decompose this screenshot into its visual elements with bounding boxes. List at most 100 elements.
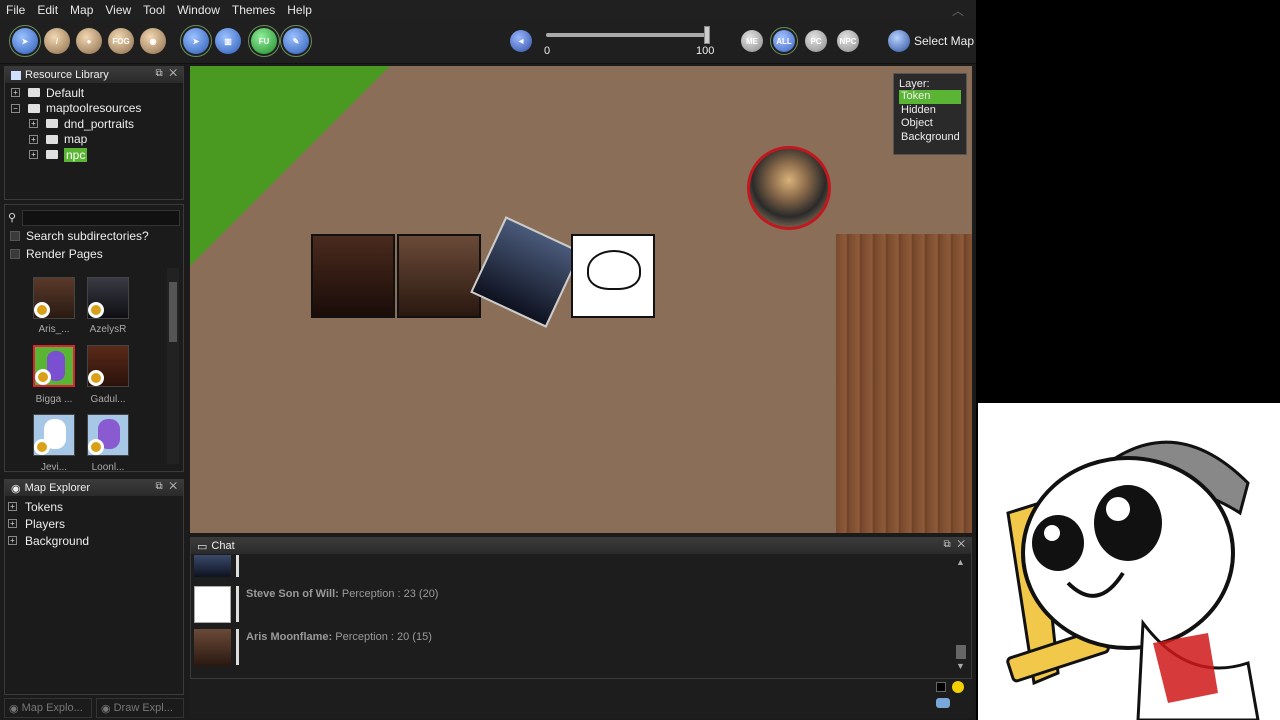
panel-controls[interactable]: ⧉ ✕: [155, 481, 179, 492]
paint-view-button[interactable]: ✎: [280, 25, 312, 57]
scroll-down-icon[interactable]: ▼: [956, 661, 965, 671]
speaker-icon[interactable]: ◂: [510, 30, 532, 52]
thumb-scrollbar[interactable]: [167, 268, 179, 464]
map-explorer-panel: ◉ Map Explorer ⧉ ✕ + Tokens + Players + Bac…: [4, 479, 184, 695]
vis-me-button[interactable]: ME: [741, 30, 763, 52]
resource-library-title: Resource Library: [25, 69, 109, 81]
tree-item-default[interactable]: + Default: [11, 85, 183, 101]
globe-icon: [888, 30, 910, 52]
search-subdirectories-checkbox[interactable]: Search subdirectories?: [10, 229, 149, 243]
chat-separator: [236, 586, 239, 622]
layer-selector: Layer: Token Hidden Object Background: [893, 73, 967, 155]
chat-scrollbar[interactable]: ▲ ▼: [956, 557, 968, 673]
thumb-scrollbar-handle[interactable]: [169, 282, 177, 342]
draw-tool-button[interactable]: /: [44, 28, 70, 54]
vis-all-button[interactable]: ALL: [770, 27, 798, 55]
select-map-button[interactable]: Select Map: [888, 30, 974, 52]
panel-controls[interactable]: ⧉ ✕: [943, 539, 967, 550]
expand-icon[interactable]: +: [29, 134, 38, 144]
color-swatch[interactable]: [936, 682, 946, 692]
checkbox-box[interactable]: [10, 249, 20, 259]
token-azelys[interactable]: [470, 216, 582, 328]
vis-pc-button[interactable]: PC: [805, 30, 827, 52]
volume-slider[interactable]: [546, 26, 710, 44]
fu-view-button[interactable]: FU: [248, 25, 280, 57]
fog-tool-button[interactable]: FOG: [108, 28, 134, 54]
select-view-button[interactable]: ➤: [180, 25, 212, 57]
search-icon: ⚲: [8, 212, 17, 224]
smiley-icon[interactable]: [952, 681, 964, 693]
tree-item-maptoolresources[interactable]: − maptoolresources: [11, 101, 183, 117]
collapse-icon[interactable]: ︿: [952, 2, 964, 19]
folder-icon: [28, 88, 40, 98]
layer-object[interactable]: Object: [899, 117, 961, 131]
expand-icon[interactable]: +: [8, 502, 17, 511]
volume-min-label: 0: [544, 45, 551, 57]
vis-npc-button[interactable]: NPC: [837, 30, 859, 52]
token-steve[interactable]: [571, 234, 655, 318]
panel-controls[interactable]: ⧉ ✕: [155, 68, 179, 79]
thumb-aris[interactable]: [33, 277, 75, 319]
menu-file[interactable]: File: [0, 3, 31, 17]
menu-themes[interactable]: Themes: [226, 3, 281, 17]
menu-help[interactable]: Help: [281, 3, 318, 17]
pointer-tool-button[interactable]: ➤: [9, 25, 41, 57]
map-explorer-item-background[interactable]: + Background: [8, 532, 183, 549]
resource-library-panel: Resource Library ⧉ ✕ + Default − maptoolre…: [4, 66, 184, 200]
menu-window[interactable]: Window: [171, 3, 226, 17]
thumb-label: Gadul...: [90, 394, 126, 405]
vision-tool-button[interactable]: ◉: [140, 28, 166, 54]
scroll-up-icon[interactable]: ▲: [956, 557, 968, 567]
menu-view[interactable]: View: [99, 3, 137, 17]
tree-item-npc[interactable]: + npc: [11, 147, 183, 163]
thumb-gadul[interactable]: [87, 345, 129, 387]
expand-icon[interactable]: +: [29, 119, 38, 129]
chat-message: Aris Moonflame: Perception : 20 (15): [246, 631, 432, 643]
collapse-icon[interactable]: −: [11, 103, 20, 113]
folder-icon: [46, 150, 58, 160]
token-aris[interactable]: [397, 234, 481, 318]
tree-item-dnd-portraits[interactable]: + dnd_portraits: [11, 116, 183, 132]
token-dwarf[interactable]: [311, 234, 395, 318]
wooden-floor: [836, 234, 972, 533]
thumb-azelysr[interactable]: [87, 277, 129, 319]
token-npc-round[interactable]: [747, 146, 831, 230]
checkbox-box[interactable]: [10, 231, 20, 241]
thumb-jevi[interactable]: [33, 414, 75, 456]
chat-scrollbar-handle[interactable]: [956, 645, 966, 659]
resource-search-input[interactable]: [22, 210, 180, 226]
tab-draw-explorer[interactable]: ◉ Draw Expl...: [96, 698, 184, 718]
menu-map[interactable]: Map: [64, 3, 99, 17]
expand-icon[interactable]: +: [8, 519, 17, 528]
chat-bubble-icon[interactable]: [936, 698, 950, 708]
volume-slider-thumb[interactable]: [704, 26, 710, 44]
chat-speaker: Aris Moonflame:: [246, 631, 333, 643]
menu-tool[interactable]: Tool: [137, 3, 171, 17]
thumb-loonl[interactable]: [87, 414, 129, 456]
map-explorer-item-players[interactable]: + Players: [8, 515, 183, 532]
thumb-label: Jevi...: [40, 462, 68, 472]
layer-hidden[interactable]: Hidden: [899, 104, 961, 118]
chat-avatar-steve: [194, 586, 231, 623]
eye-icon: ◉: [11, 482, 21, 495]
chat-input[interactable]: [190, 678, 972, 718]
shape-tool-button[interactable]: ●: [76, 28, 102, 54]
tab-map-explorer[interactable]: ◉ Map Explo...: [4, 698, 92, 718]
layer-token[interactable]: Token: [899, 90, 961, 104]
layer-background[interactable]: Background: [899, 131, 961, 145]
menu-edit[interactable]: Edit: [31, 3, 64, 17]
expand-icon[interactable]: +: [11, 88, 20, 98]
thumb-label: Aris_...: [38, 324, 70, 335]
expand-icon[interactable]: +: [29, 150, 38, 160]
map-explorer-title: Map Explorer: [24, 482, 91, 494]
thumb-bigga[interactable]: [33, 345, 75, 387]
grid-view-button[interactable]: ▥: [215, 28, 241, 54]
map-explorer-item-tokens[interactable]: + Tokens: [8, 498, 183, 515]
thumb-label: Bigga ...: [35, 394, 73, 405]
render-pages-checkbox[interactable]: Render Pages: [10, 247, 103, 261]
volume-max-label: 100: [696, 45, 715, 57]
tree-item-map[interactable]: + map: [11, 132, 183, 148]
map-canvas[interactable]: [190, 66, 972, 533]
expand-icon[interactable]: +: [8, 536, 17, 545]
window-icon: [11, 70, 21, 80]
